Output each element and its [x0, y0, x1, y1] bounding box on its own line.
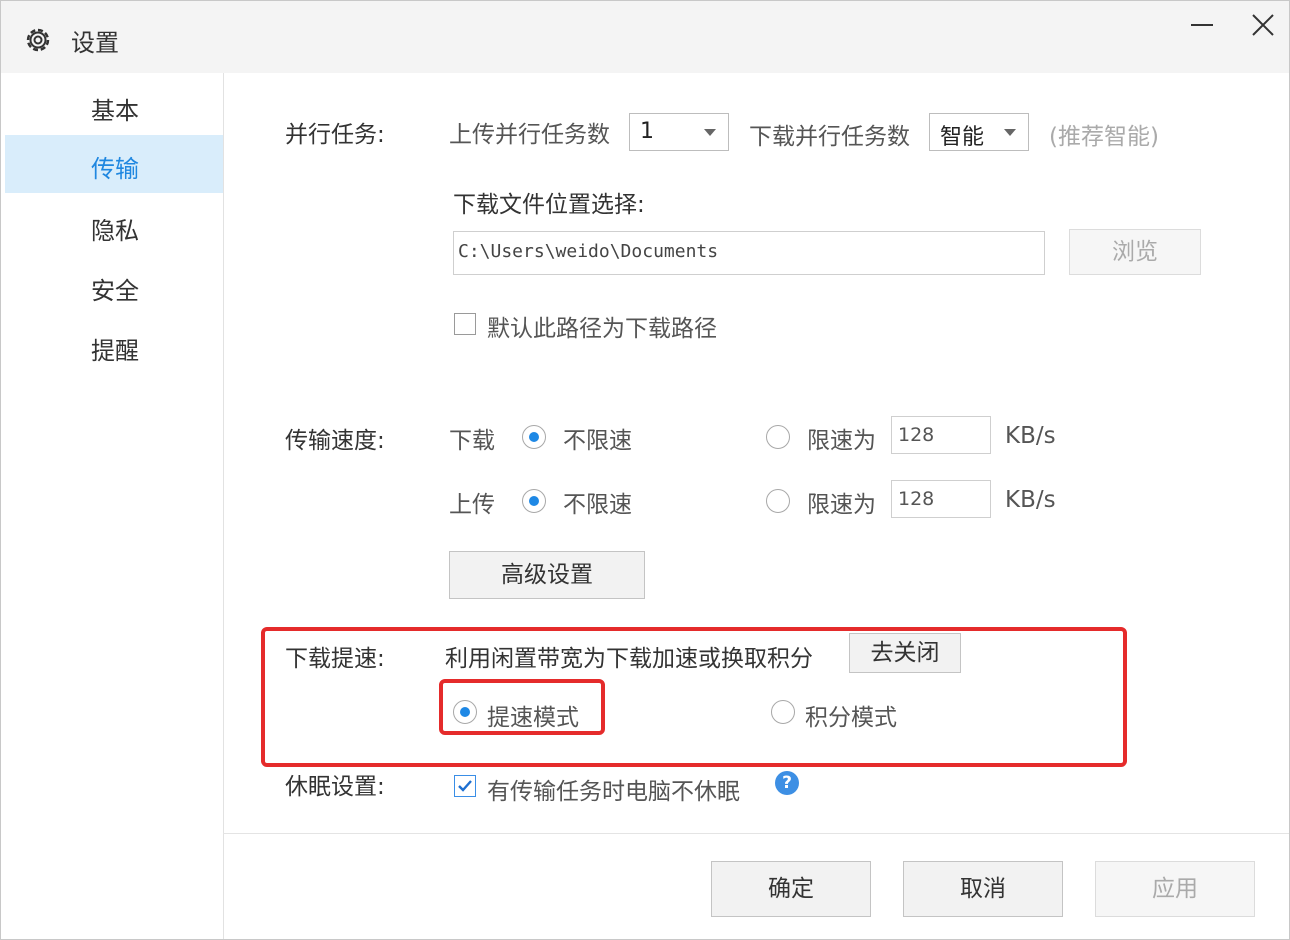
- browse-button[interactable]: 浏览: [1069, 229, 1201, 275]
- upload-unlimited-radio[interactable]: [522, 489, 546, 513]
- window-title: 设置: [71, 29, 119, 57]
- speed-mode-label: 提速模式: [487, 705, 579, 731]
- close-button[interactable]: [1241, 7, 1281, 43]
- chevron-down-icon: [704, 129, 716, 136]
- sidebar-item-privacy[interactable]: 隐私: [5, 197, 223, 255]
- no-sleep-checkbox[interactable]: [454, 775, 476, 797]
- upload-unit: KB/s: [1005, 487, 1056, 513]
- download-speed-label: 下载: [449, 428, 495, 454]
- default-path-label: 默认此路径为下载路径: [487, 316, 717, 342]
- download-accel-label: 下载提速:: [285, 646, 385, 672]
- advanced-settings-button[interactable]: 高级设置: [449, 551, 645, 599]
- transfer-speed-label: 传输速度:: [285, 428, 385, 454]
- apply-button[interactable]: 应用: [1095, 861, 1255, 917]
- checkmark-icon: [458, 780, 472, 792]
- recommend-hint: (推荐智能): [1049, 124, 1159, 150]
- sidebar-nav: 基本 传输 隐私 安全 提醒: [1, 73, 224, 939]
- upload-parallel-select[interactable]: 1: [629, 113, 729, 151]
- speed-mode-radio[interactable]: [453, 700, 477, 724]
- upload-parallel-label: 上传并行任务数: [449, 122, 610, 148]
- parallel-tasks-label: 并行任务:: [285, 122, 385, 148]
- download-unlimited-label: 不限速: [563, 428, 632, 454]
- ok-button[interactable]: 确定: [711, 861, 871, 917]
- minimize-button[interactable]: [1181, 7, 1221, 43]
- upload-unlimited-label: 不限速: [563, 492, 632, 518]
- gear-icon: [26, 28, 50, 52]
- sidebar-item-security[interactable]: 安全: [5, 257, 223, 315]
- cancel-button[interactable]: 取消: [903, 861, 1063, 917]
- no-sleep-label: 有传输任务时电脑不休眠: [487, 779, 740, 805]
- title-bar: 设置: [1, 1, 1289, 73]
- sidebar-item-basic[interactable]: 基本: [5, 77, 223, 135]
- points-mode-radio[interactable]: [771, 700, 795, 724]
- upload-speed-label: 上传: [449, 492, 495, 518]
- download-accel-desc: 利用闲置带宽为下载加速或换取积分: [445, 646, 813, 672]
- download-limit-label: 限速为: [807, 428, 876, 454]
- sidebar-item-transfer[interactable]: 传输: [5, 135, 223, 193]
- settings-window: 设置 基本 传输 隐私 安全 提醒 并行任务: 上传并行任务数 1 下载并行任务…: [0, 0, 1290, 940]
- sidebar-item-reminder[interactable]: 提醒: [5, 317, 223, 375]
- help-icon[interactable]: ?: [775, 771, 799, 795]
- download-limit-radio[interactable]: [766, 425, 790, 449]
- upload-limit-label: 限速为: [807, 492, 876, 518]
- download-unlimited-radio[interactable]: [522, 425, 546, 449]
- points-mode-label: 积分模式: [805, 705, 897, 731]
- sleep-settings-label: 休眠设置:: [285, 774, 385, 800]
- download-location-label: 下载文件位置选择:: [453, 192, 645, 218]
- download-parallel-select[interactable]: 智能: [929, 113, 1029, 151]
- disable-accel-button[interactable]: 去关闭: [849, 633, 961, 673]
- footer-divider: [223, 833, 1289, 834]
- download-parallel-label: 下载并行任务数: [749, 124, 910, 150]
- download-path-input[interactable]: C:\Users\weido\Documents: [453, 231, 1045, 275]
- upload-limit-input[interactable]: 128: [891, 480, 991, 518]
- download-unit: KB/s: [1005, 423, 1056, 449]
- default-path-checkbox[interactable]: [454, 313, 476, 335]
- download-limit-input[interactable]: 128: [891, 416, 991, 454]
- upload-limit-radio[interactable]: [766, 489, 790, 513]
- chevron-down-icon: [1004, 129, 1016, 136]
